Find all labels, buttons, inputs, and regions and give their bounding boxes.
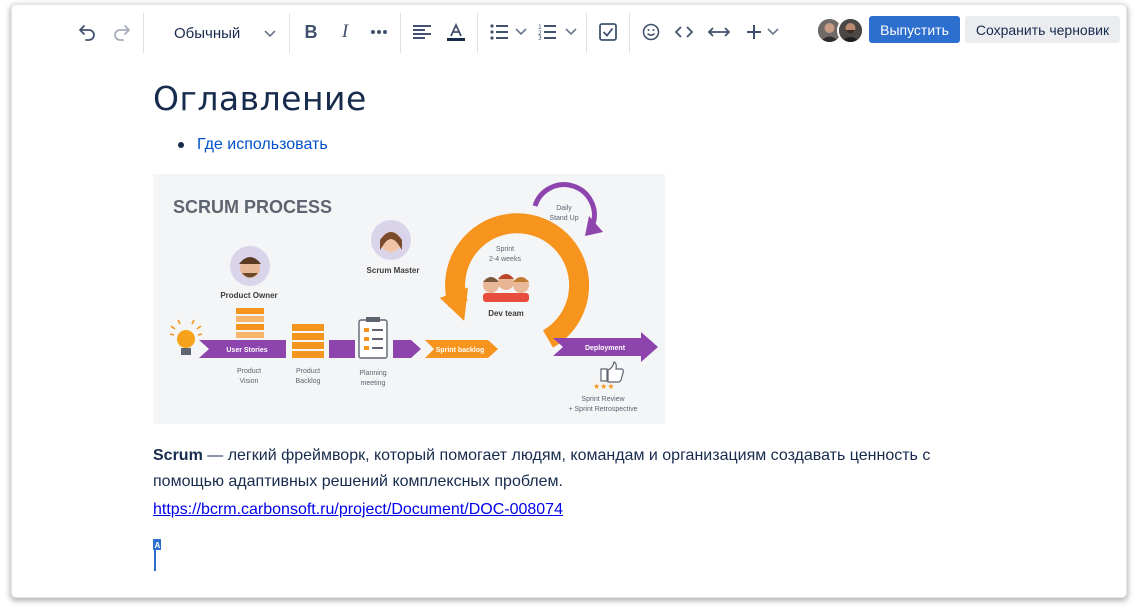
toc-list: Где использовать [178,136,328,154]
editor-toolbar: Обычный B I 123 Выпустить Сохранить черн… [12,5,1126,57]
undo-icon[interactable] [74,15,100,49]
sprint-review-label: Sprint Review [581,396,625,403]
retrospective-label: + Sprint Retrospective [568,406,637,413]
align-left-icon[interactable] [410,15,434,49]
chevron-down-icon[interactable] [514,15,528,49]
planning-label: Planning [359,370,386,377]
svg-text:A: A [155,541,161,550]
toolbar-separator [400,13,401,53]
paragraph-text: — легкий фреймворк, который помогает люд… [153,447,931,490]
bold-icon[interactable]: B [300,15,322,49]
planning-label-2: meeting [361,380,386,387]
sprint-backlog-label: Sprint backlog [436,347,485,354]
numbered-list-icon[interactable]: 123 [536,15,558,49]
text-style-select[interactable]: Обычный [162,17,284,49]
text-color-icon[interactable] [444,15,468,49]
toc-link[interactable]: Где использовать [197,136,328,154]
standup-label: Stand Up [549,215,578,222]
toolbar-separator [629,13,630,53]
toolbar-separator [586,13,587,53]
editor-window: Обычный B I 123 Выпустить Сохранить черн… [12,5,1126,597]
svg-text:3: 3 [538,35,542,40]
body-paragraph: Scrum — легкий фреймворк, который помога… [153,443,973,495]
product-owner-label: Product Owner [220,291,277,300]
more-formatting-icon[interactable] [367,15,391,49]
stars-icon: ★★★ [593,382,615,391]
image-title: SCRUM PROCESS [173,197,332,217]
publish-button[interactable]: Выпустить [869,16,960,43]
bullet-icon [178,142,184,148]
expand-width-icon[interactable] [706,15,732,49]
text-style-value: Обычный [174,24,241,42]
product-backlog-label: Product [296,368,320,375]
avatar[interactable] [837,17,864,44]
user-stories-label: User Stories [226,347,267,354]
document-link[interactable]: https://bcrm.carbonsoft.ru/project/Docum… [153,501,563,519]
insert-plus-icon[interactable] [743,15,765,49]
task-checkbox-icon[interactable] [596,15,620,49]
product-vision-label: Product [237,368,261,375]
deployment-label: Deployment [585,345,626,352]
emoji-icon[interactable] [639,15,663,49]
sprint-label: Sprint [496,246,514,253]
scrum-process-image[interactable]: SCRUM PROCESS Daily Stand Up Sprint 2-4 … [153,174,665,424]
dev-team-label: Dev team [488,309,524,318]
scrum-bold: Scrum [153,447,203,464]
page-title: Оглавление [153,79,367,118]
toolbar-separator [289,13,290,53]
scrum-master-label: Scrum Master [367,266,420,275]
chevron-down-icon[interactable] [564,15,578,49]
save-draft-button[interactable]: Сохранить черновик [965,16,1120,43]
product-vision-label-2: Vision [240,378,259,385]
daily-label: Daily [556,205,572,212]
toolbar-separator [143,13,144,53]
text-cursor-icon: A [153,539,163,576]
bullet-list-icon[interactable] [488,15,510,49]
toolbar-separator [477,13,478,53]
product-backlog-label-2: Backlog [296,378,321,385]
italic-icon[interactable]: I [335,15,355,49]
sprint-duration-label: 2-4 weeks [489,256,521,263]
chevron-down-icon[interactable] [766,15,780,49]
redo-icon[interactable] [109,15,135,49]
chevron-down-icon [264,25,276,42]
code-icon[interactable] [672,15,696,49]
